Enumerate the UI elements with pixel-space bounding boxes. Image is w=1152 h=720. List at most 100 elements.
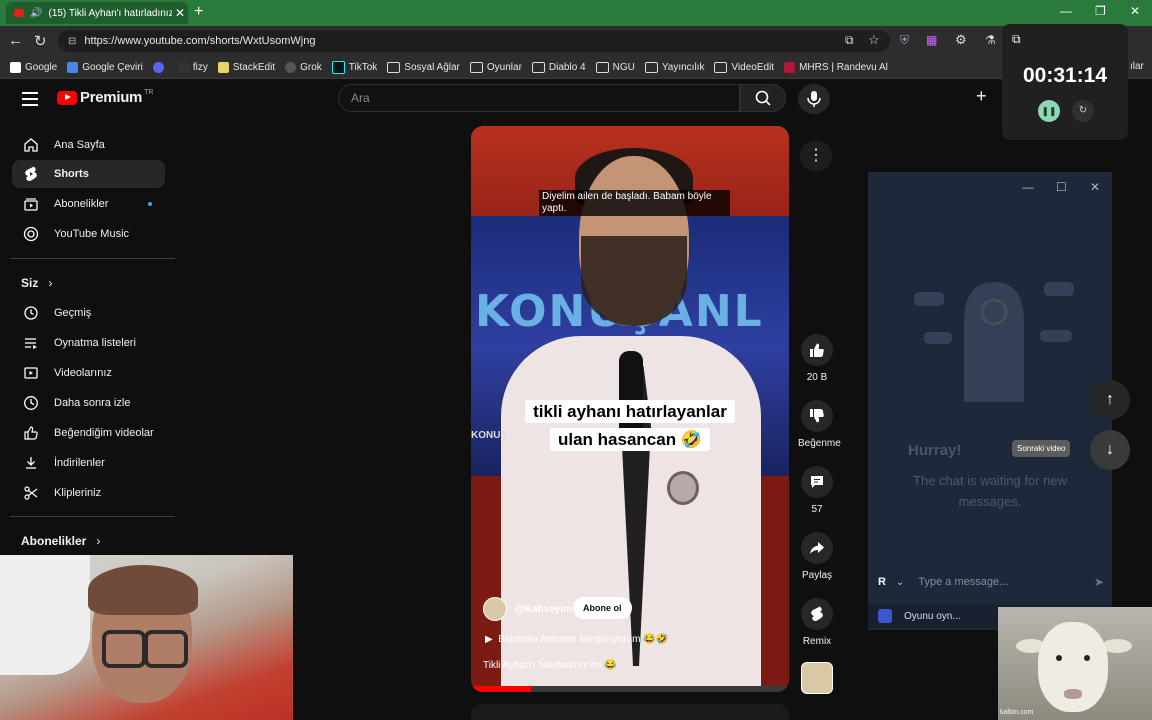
bookmark-mhrs[interactable]: MHRS | Randevu Al (784, 61, 888, 73)
sidebar-item-downloads[interactable]: İndirilenler (12, 449, 165, 477)
bookmark-tiktok[interactable]: TikTok (331, 60, 377, 74)
next-short-preview[interactable] (471, 704, 789, 720)
sheep-nose (1064, 689, 1082, 699)
sidebar-item-youtube-music[interactable]: YouTube Music (12, 220, 165, 248)
comments-button[interactable]: 57 (798, 466, 836, 515)
previous-video-button[interactable]: ↑ (1090, 380, 1130, 420)
menu-icon[interactable] (22, 92, 38, 110)
chat-message-input[interactable]: R ⌄ Type a message... ➤ (868, 570, 1112, 594)
like-button[interactable]: 20 B (798, 334, 836, 383)
install-app-icon[interactable]: ⧉ (845, 33, 854, 48)
bookmark-folder-ngu[interactable]: NGU (595, 61, 635, 73)
close-window-icon[interactable]: ✕ (1130, 4, 1140, 18)
chat-mascot-icon (914, 282, 1074, 402)
new-tab-icon[interactable]: + (194, 3, 203, 21)
bookmark-folder-diablo[interactable]: Diablo 4 (531, 61, 586, 73)
mic-icon (807, 91, 821, 107)
bookmark-discord[interactable] (152, 61, 168, 73)
address-bar[interactable]: ⊟ https://www.youtube.com/shorts/WxtUsom… (58, 30, 890, 52)
fizy-icon (177, 61, 189, 73)
pause-icon[interactable]: ❚❚ (1038, 100, 1060, 122)
sidebar-item-subscriptions[interactable]: Abonelikler (12, 190, 165, 218)
next-video-tooltip: Sonraki video (1012, 440, 1071, 457)
close-tab-icon[interactable]: ✕ (172, 6, 188, 20)
search-button[interactable] (740, 84, 786, 112)
share-button[interactable]: Paylaş (798, 532, 836, 581)
chat-close-icon[interactable]: ✕ (1090, 180, 1100, 194)
sidebar-item-watch-later[interactable]: Daha sonra izle (12, 389, 165, 417)
sheep-eye (1056, 655, 1062, 661)
pop-out-icon[interactable]: ⧉ (1012, 32, 1021, 47)
bookmark-folder-videoedit[interactable]: VideoEdit (714, 61, 774, 73)
extension-gear-icon[interactable]: ⚙ (955, 32, 967, 48)
bookmark-fizy[interactable]: fizy (177, 61, 208, 73)
sidebar-item-liked-videos[interactable]: Beğendiğim videolar (12, 419, 165, 447)
shorts-icon (22, 165, 40, 183)
sidebar-item-playlists[interactable]: Oynatma listeleri (12, 329, 165, 357)
progress-bar[interactable] (471, 686, 789, 692)
bookmarks-overflow[interactable]: ılar (1130, 61, 1144, 72)
subscribe-button[interactable]: Abone ol (573, 597, 632, 619)
channel-link[interactable]: @Kahveyim (483, 597, 572, 621)
maximize-icon[interactable]: ❐ (1095, 4, 1106, 18)
youtube-logo[interactable]: Premium TR (57, 89, 153, 106)
send-icon[interactable]: ➤ (1094, 575, 1104, 589)
chat-user-badge[interactable]: R (878, 576, 892, 588)
sound-thumbnail[interactable] (801, 662, 833, 694)
chat-maximize-icon[interactable]: ☐ (1056, 180, 1067, 194)
extension-shield-icon[interactable]: ⛨ (900, 33, 909, 48)
sidebar-item-shorts[interactable]: Shorts (12, 160, 165, 188)
game-icon (878, 609, 892, 623)
sidebar-item-history[interactable]: Geçmiş (12, 299, 165, 327)
folder-icon (469, 61, 483, 73)
mhrs-icon (784, 61, 796, 73)
sound-link[interactable]: ▶ Babamla Amcamı karıştırıyorum 😂🤣 (485, 634, 668, 645)
minimize-icon[interactable]: — (1060, 4, 1072, 18)
channel-avatar[interactable] (483, 597, 507, 621)
bookmark-google-ceviri[interactable]: Google Çeviri (67, 61, 143, 73)
reload-icon[interactable]: ↻ (34, 32, 47, 50)
glasses-right-lens (144, 630, 188, 668)
bookmark-stackedit[interactable]: StackEdit (217, 61, 275, 73)
video-caption: tikli ayhanı hatırlayanlar ulan hasancan… (519, 398, 741, 454)
bookmark-google[interactable]: Google (10, 61, 57, 73)
more-options-icon[interactable]: ⋮ (800, 140, 832, 172)
sheep-overlay: kalbin.com (998, 607, 1152, 720)
chat-input-placeholder: Type a message... (918, 576, 1009, 588)
dislike-button[interactable]: Beğenme (798, 400, 841, 449)
voice-search-button[interactable] (798, 84, 830, 114)
extensions-icon[interactable]: ⚗ (985, 33, 996, 47)
speaker-icon[interactable]: 🔊 (30, 8, 42, 19)
sidebar-item-clips[interactable]: Klipleriniz (12, 479, 165, 507)
webcam-overlay (0, 555, 293, 720)
bookmark-star-icon[interactable]: ☆ (868, 32, 880, 48)
new-content-dot (148, 202, 152, 206)
bookmark-folder-sosyal[interactable]: Sosyal Ağlar (387, 61, 460, 73)
extension-puzzle-icon[interactable]: ▦ (926, 33, 937, 47)
chevron-down-icon[interactable]: ⌄ (896, 577, 904, 588)
sidebar-section-subscriptions[interactable]: Abonelikler › (21, 534, 100, 548)
search-input[interactable]: Ara (338, 84, 740, 112)
bookmark-folder-oyunlar[interactable]: Oyunlar (469, 61, 522, 73)
sidebar-item-home[interactable]: Ana Sayfa (12, 131, 165, 159)
reset-icon[interactable]: ↻ (1072, 100, 1094, 122)
pillow-shape (0, 555, 90, 675)
browser-tab[interactable]: 🔊 (15) Tikli Ayhan'ı hatırladınız ✕ (6, 2, 188, 24)
playlist-icon (22, 334, 40, 352)
sidebar-item-your-videos[interactable]: Videolarınız (12, 359, 165, 387)
sidebar-divider (10, 258, 175, 259)
translate-icon (67, 61, 79, 73)
chevron-right-icon: › (96, 534, 101, 548)
progress-fill (471, 686, 532, 692)
next-video-button[interactable]: ↓ (1090, 430, 1130, 470)
short-video-player[interactable]: KONUŞANL Diyelim ailen de başladı. Babam… (471, 126, 789, 692)
bookmark-folder-yayincilik[interactable]: Yayıncılık (644, 61, 704, 73)
folder-icon (595, 61, 609, 73)
sidebar-section-siz[interactable]: Siz › (21, 276, 52, 290)
site-info-icon[interactable]: ⊟ (68, 36, 76, 47)
remix-button[interactable]: Remix (798, 598, 836, 647)
create-icon[interactable]: + (976, 86, 987, 107)
chat-minimize-icon[interactable]: — (1022, 180, 1034, 194)
bookmark-grok[interactable]: Grok (285, 61, 322, 73)
back-icon[interactable]: ← (8, 32, 23, 49)
